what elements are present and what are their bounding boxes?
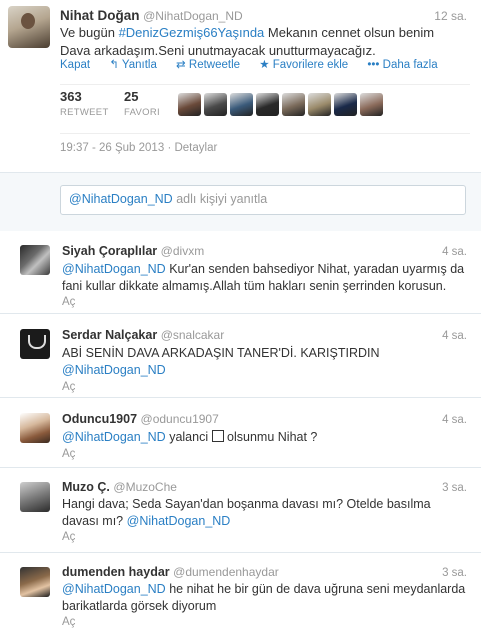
avatar[interactable]	[20, 482, 50, 512]
expand-link[interactable]: Aç	[62, 448, 75, 460]
tweet-actions: Kapat ↰ Yanıtla ⇄ Retweetle ★ Favorilere…	[60, 57, 454, 71]
more-button[interactable]: ••• Daha fazla	[367, 59, 437, 71]
retweet-number: 363	[60, 89, 82, 104]
reply-author-name[interactable]: Oduncu1907	[62, 412, 137, 426]
tweet-stats: 363 RETWEET 25 FAVORI	[60, 84, 470, 134]
more-icon: •••	[367, 59, 383, 71]
reply-text: ABİ SENİN DAVA ARKADAŞIN TANER'Dİ. KARIŞ…	[62, 345, 466, 379]
avatar[interactable]	[20, 413, 50, 443]
details-link[interactable]: Detaylar	[174, 142, 217, 154]
avatar[interactable]	[8, 6, 50, 48]
tweet-header: Nihat Doğan @NihatDogan_ND	[60, 8, 243, 23]
reply-mention: @NihatDogan_ND	[69, 192, 173, 206]
favoriter-avatar[interactable]	[360, 93, 383, 116]
favorite-label: Favorilere ekle	[272, 59, 349, 71]
favorite-label-stat: FAVORI	[124, 107, 160, 118]
retweet-label-stat: RETWEET	[60, 107, 109, 118]
favorite-number: 25	[124, 89, 139, 104]
favoriter-avatars	[178, 93, 386, 116]
reply-text: Hangi dava; Seda Sayan'dan boşanma davas…	[62, 496, 466, 530]
favorite-count[interactable]: 25 FAVORI	[124, 89, 160, 118]
tweet-date[interactable]: 19:37 - 26 Şub 2013	[60, 142, 164, 154]
favoriter-avatar[interactable]	[230, 93, 253, 116]
reply-author-handle[interactable]: @oduncu1907	[141, 412, 219, 426]
retweet-button[interactable]: ⇄ Retweetle	[176, 59, 240, 71]
reply-tweet[interactable]: Serdar Nalçakar @snalcakar 4 sa. ABİ SEN…	[0, 314, 481, 398]
reply-body: Hangi dava; Seda Sayan'dan boşanma davas…	[62, 497, 431, 528]
reply-body-post: olsunmu Nihat ?	[223, 430, 318, 444]
mention-link[interactable]: @NihatDogan_ND	[62, 430, 166, 444]
reply-time[interactable]: 4 sa.	[442, 246, 467, 258]
reply-author-handle[interactable]: @dumendenhaydar	[173, 565, 279, 579]
reply-author: dumenden haydar @dumendenhaydar	[62, 565, 279, 579]
expand-link[interactable]: Aç	[62, 616, 75, 628]
reply-icon: ↰	[109, 59, 122, 71]
reply-author-handle[interactable]: @snalcakar	[161, 328, 225, 342]
reply-tweet[interactable]: Siyah Çoraplılar @divxm 4 sa. @NihatDoga…	[0, 231, 481, 314]
mention-link[interactable]: @NihatDogan_ND	[127, 514, 231, 528]
reply-text: @NihatDogan_ND Kur'an senden bahsediyor …	[62, 261, 466, 295]
reply-placeholder: adlı kişiyi yanıtla	[176, 192, 268, 206]
favoriter-avatar[interactable]	[282, 93, 305, 116]
avatar[interactable]	[20, 567, 50, 597]
reply-tweet[interactable]: Oduncu1907 @oduncu1907 4 sa. @NihatDogan…	[0, 398, 481, 468]
reply-time[interactable]: 4 sa.	[442, 330, 467, 342]
reply-author-name[interactable]: Siyah Çoraplılar	[62, 244, 157, 258]
expand-link[interactable]: Aç	[62, 381, 75, 393]
reply-author-name[interactable]: dumenden haydar	[62, 565, 170, 579]
main-tweet: Nihat Doğan @NihatDogan_ND 12 sa. Ve bug…	[0, 0, 481, 172]
reply-author: Serdar Nalçakar @snalcakar	[62, 328, 224, 342]
reply-text: @NihatDogan_ND he nihat he bir gün de da…	[62, 581, 466, 615]
favoriter-avatar[interactable]	[334, 93, 357, 116]
reply-author-name[interactable]: Muzo Ç.	[62, 480, 110, 494]
reply-button[interactable]: ↰ Yanıtla	[109, 59, 157, 71]
tweet-text: Ve bugün #DenizGezmiş66Yaşında Mekanın c…	[60, 24, 460, 60]
retweet-label: Retweetle	[188, 59, 241, 71]
mention-link[interactable]: @NihatDogan_ND	[62, 363, 166, 377]
reply-label: Yanıtla	[121, 59, 157, 71]
reply-body: ABİ SENİN DAVA ARKADAŞIN TANER'Dİ. KARIŞ…	[62, 346, 380, 360]
reply-time[interactable]: 3 sa.	[442, 482, 467, 494]
mention-link[interactable]: @NihatDogan_ND	[62, 582, 166, 596]
avatar[interactable]	[20, 245, 50, 275]
star-icon: ★	[259, 59, 273, 71]
author-name[interactable]: Nihat Doğan	[60, 8, 140, 23]
reply-author-name[interactable]: Serdar Nalçakar	[62, 328, 157, 342]
reply-author: Siyah Çoraplılar @divxm	[62, 244, 204, 258]
expand-link[interactable]: Aç	[62, 531, 75, 543]
favoriter-avatar[interactable]	[308, 93, 331, 116]
reply-author-handle[interactable]: @divxm	[161, 244, 205, 258]
mention-link[interactable]: @NihatDogan_ND	[62, 262, 166, 276]
favorite-button[interactable]: ★ Favorilere ekle	[259, 59, 348, 71]
retweet-icon: ⇄	[176, 59, 189, 71]
tweet-time[interactable]: 12 sa.	[434, 9, 467, 23]
retweet-count[interactable]: 363 RETWEET	[60, 89, 109, 118]
more-label: Daha fazla	[382, 59, 438, 71]
reply-time[interactable]: 4 sa.	[442, 414, 467, 426]
missing-glyph-icon	[211, 430, 224, 442]
reply-author: Muzo Ç. @MuzoChe	[62, 480, 177, 494]
reply-area: @NihatDogan_ND adlı kişiyi yanıtla	[0, 172, 481, 232]
tweet-text-pre: Ve bugün	[60, 25, 119, 40]
reply-tweet[interactable]: dumenden haydar @dumendenhaydar 3 sa. @N…	[0, 553, 481, 640]
reply-body-pre: yalanci	[165, 430, 212, 444]
avatar[interactable]	[20, 329, 50, 359]
reply-author: Oduncu1907 @oduncu1907	[62, 412, 219, 426]
favoriter-avatar[interactable]	[256, 93, 279, 116]
author-handle[interactable]: @NihatDogan_ND	[143, 9, 243, 23]
collapse-button[interactable]: Kapat	[60, 59, 90, 71]
favoriter-avatar[interactable]	[178, 93, 201, 116]
reply-time[interactable]: 3 sa.	[442, 567, 467, 579]
favoriter-avatar[interactable]	[204, 93, 227, 116]
reply-author-handle[interactable]: @MuzoChe	[113, 480, 177, 494]
tweet-meta: 19:37 - 26 Şub 2013 · Detaylar	[60, 142, 217, 154]
reply-input[interactable]: @NihatDogan_ND adlı kişiyi yanıtla	[60, 185, 466, 215]
expand-link[interactable]: Aç	[62, 296, 75, 308]
reply-tweet[interactable]: Muzo Ç. @MuzoChe 3 sa. Hangi dava; Seda …	[0, 468, 481, 553]
hashtag-link[interactable]: #DenizGezmiş66Yaşında	[119, 25, 265, 40]
reply-text: @NihatDogan_ND yalanci olsunmu Nihat ?	[62, 429, 466, 446]
